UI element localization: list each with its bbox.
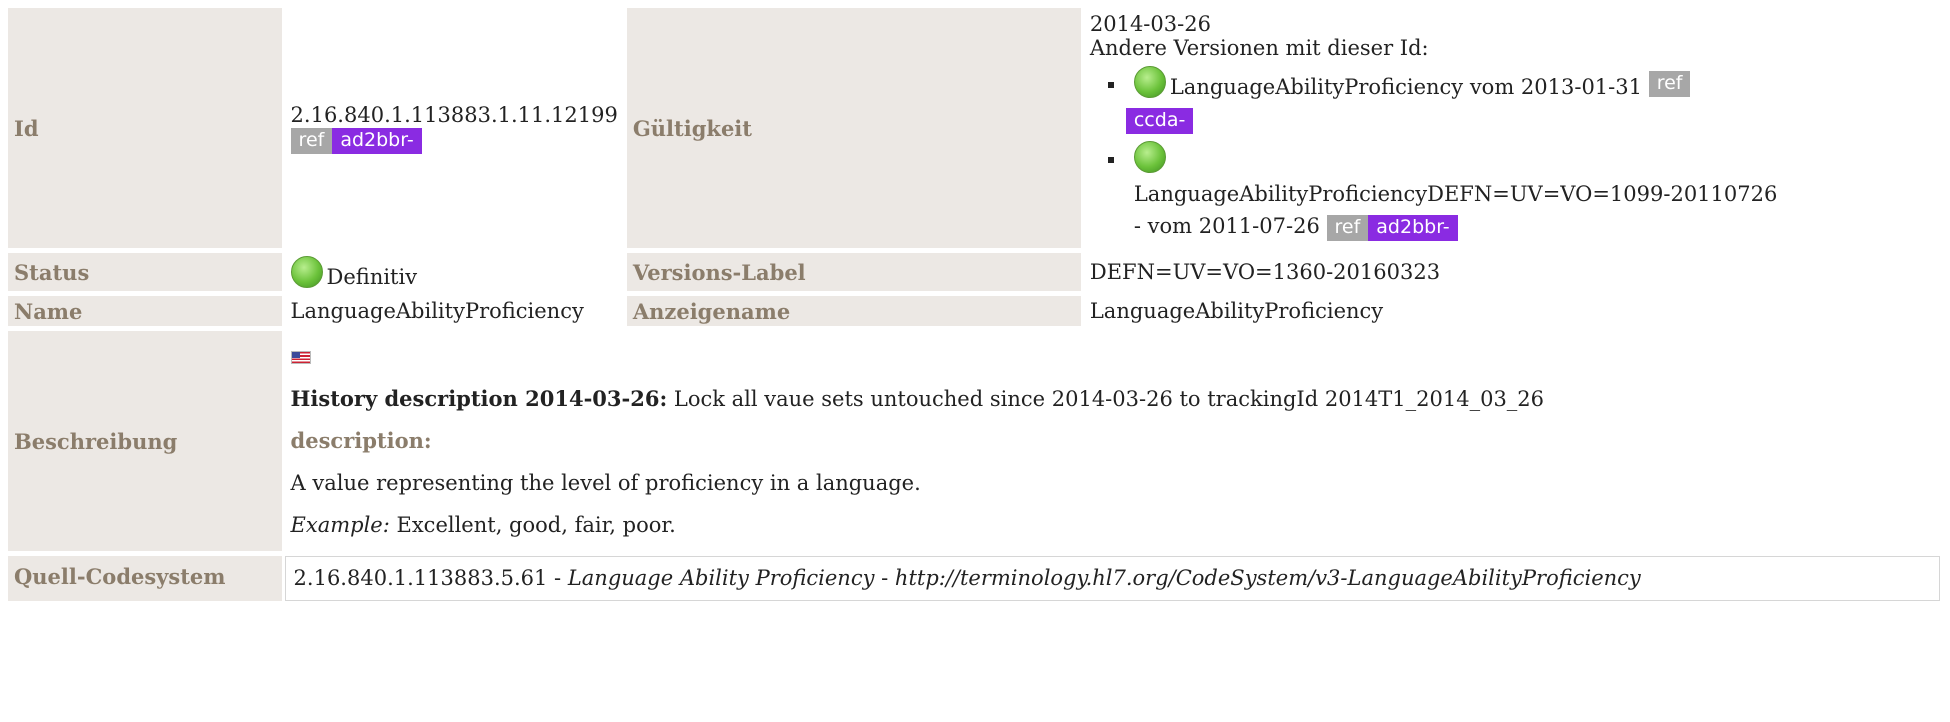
version-label-value: DEFN=UV=VO=1360-20160323: [1089, 260, 1441, 284]
codesystem-oid: 2.16.840.1.113883.5.61: [293, 566, 548, 590]
version-label-label: Versions-Label: [626, 253, 1081, 291]
row-name: Name LanguageAbilityProficiency Anzeigen…: [8, 296, 1940, 326]
prefix-badge[interactable]: ccda-: [1125, 108, 1194, 134]
us-flag-icon: [290, 351, 311, 364]
prefix-badge[interactable]: ad2bbr-: [332, 127, 422, 154]
id-value: 2.16.840.1.113883.1.11.12199: [290, 102, 618, 127]
status-final-icon: [1133, 141, 1166, 173]
row-id-validity: Id 2.16.840.1.113883.1.11.12199 ref ad2bb…: [8, 8, 1940, 248]
status-final-icon: [290, 255, 323, 288]
id-label: Id: [8, 8, 282, 248]
row-status: Status Definitiv Versions-Label DEFN=UV=…: [8, 253, 1940, 291]
description-subheading: description:: [290, 428, 432, 453]
version-item[interactable]: LanguageAbilityProficiencyDEFN=UV=VO=109…: [1104, 141, 1934, 242]
row-description: Beschreibung History description 2014-03…: [8, 331, 1940, 551]
example-text: Excellent, good, fair, poor.: [389, 513, 676, 537]
history-text: Lock all vaue sets untouched since 2014-…: [667, 387, 1545, 411]
version-item[interactable]: LanguageAbilityProficiency vom 2013-01-3…: [1104, 66, 1934, 135]
codesystem-name: Language Ability Proficiency: [567, 566, 875, 590]
name-label: Name: [8, 296, 282, 326]
other-versions-label: Andere Versionen mit dieser Id:: [1089, 36, 1429, 60]
separator: -: [874, 566, 895, 590]
ref-badge[interactable]: ref: [290, 127, 333, 154]
valueset-properties-table: Id 2.16.840.1.113883.1.11.12199 ref ad2bb…: [5, 3, 1943, 606]
separator: -: [547, 566, 568, 590]
version-name[interactable]: LanguageAbilityProficiencyDEFN=UV=VO=109…: [1134, 182, 1777, 206]
id-value-cell: 2.16.840.1.113883.1.11.12199 ref ad2bbr-: [285, 8, 624, 248]
status-value-cell: Definitiv: [285, 253, 624, 291]
prefix-badge[interactable]: ad2bbr-: [1368, 215, 1458, 241]
description-value-cell: History description 2014-03-26: Lock all…: [285, 331, 1940, 551]
validity-value-cell: 2014-03-26 Andere Versionen mit dieser I…: [1084, 8, 1940, 248]
validity-date: 2014-03-26: [1089, 12, 1211, 36]
version-name[interactable]: LanguageAbilityProficiency vom 2013-01-3…: [1170, 75, 1642, 99]
status-label: Status: [8, 253, 282, 291]
source-codesystem-label: Quell-Codesystem: [8, 556, 282, 601]
description-label: Beschreibung: [8, 331, 282, 551]
source-codesystem-cell: 2.16.840.1.113883.5.61 - Language Abilit…: [284, 556, 1940, 601]
display-name-label: Anzeigename: [626, 296, 1081, 326]
row-source-codesystem: Quell-Codesystem 2.16.840.1.113883.5.61 …: [8, 556, 1940, 601]
source-codesystem-box: 2.16.840.1.113883.5.61 - Language Abilit…: [284, 556, 1940, 601]
codesystem-uri[interactable]: http://terminology.hl7.org/CodeSystem/v3…: [895, 566, 1641, 590]
display-name-value: LanguageAbilityProficiency: [1089, 299, 1384, 323]
name-value: LanguageAbilityProficiency: [290, 299, 584, 323]
validity-label: Gültigkeit: [626, 8, 1081, 248]
ref-badge[interactable]: ref: [1648, 71, 1691, 97]
ref-badge[interactable]: ref: [1326, 215, 1369, 241]
status-value: Definitiv: [326, 264, 418, 289]
history-heading: History description 2014-03-26:: [290, 386, 668, 411]
status-final-icon: [1133, 66, 1166, 98]
description-text: A value representing the level of profic…: [290, 471, 921, 495]
other-versions-list: LanguageAbilityProficiency vom 2013-01-3…: [1090, 66, 1934, 242]
example-label: Example:: [290, 513, 390, 537]
version-date: - vom 2011-07-26: [1133, 214, 1320, 238]
